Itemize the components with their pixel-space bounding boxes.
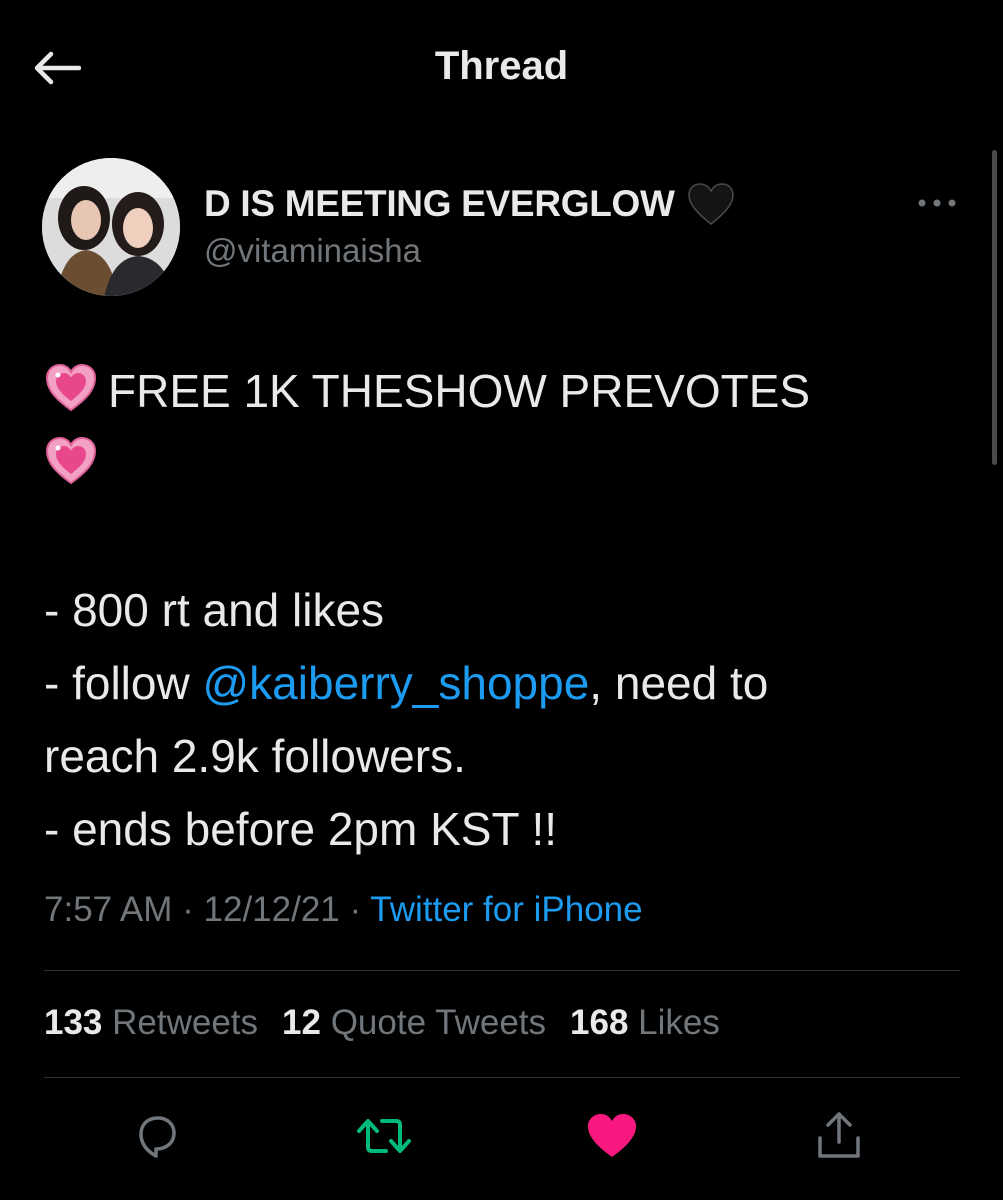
heart-icon xyxy=(588,1114,636,1157)
black-heart-icon xyxy=(687,183,734,225)
tweet-text: FREE 1K THESHOW PREVOTES - 800 rt and li… xyxy=(44,355,944,866)
retweet-button[interactable] xyxy=(356,1108,412,1164)
likes-stat[interactable]: 168 Likes xyxy=(570,1003,720,1043)
reply-button[interactable] xyxy=(129,1108,185,1164)
like-button[interactable] xyxy=(584,1108,640,1164)
retweets-count: 133 xyxy=(44,1003,103,1042)
quote-tweets-stat[interactable]: 12 Quote Tweets xyxy=(282,1003,546,1043)
user-handle: @vitaminaisha xyxy=(204,232,421,269)
tweet-line-req3: - ends before 2pm KST !! xyxy=(44,803,558,855)
req2-prefix: - follow xyxy=(44,657,203,709)
retweets-stat[interactable]: 133 Retweets xyxy=(44,1003,258,1043)
tweet-line-req1: - 800 rt and likes xyxy=(44,584,385,636)
tweet-time[interactable]: 7:57 AM xyxy=(44,890,172,929)
divider xyxy=(44,1077,960,1078)
top-bar: Thread xyxy=(0,0,1003,130)
share-icon xyxy=(818,1112,860,1158)
author-info[interactable]: D IS MEETING EVERGLOW @vitaminaisha xyxy=(204,178,735,270)
share-button[interactable] xyxy=(811,1108,867,1164)
more-options-button[interactable] xyxy=(912,188,962,218)
likes-count: 168 xyxy=(570,1003,629,1042)
sparkling-heart-icon xyxy=(45,436,97,485)
tweet-line-req2-cont: reach 2.9k followers. xyxy=(44,730,466,782)
tweet-actions-bar xyxy=(0,1102,1003,1172)
retweet-icon xyxy=(357,1119,411,1153)
tweet-line-emoji xyxy=(44,428,944,501)
likes-label: Likes xyxy=(628,1003,720,1042)
reply-icon xyxy=(139,1116,176,1158)
tweet-date[interactable]: 12/12/21 xyxy=(204,890,340,929)
req2-suffix: , need to xyxy=(589,657,769,709)
page-title: Thread xyxy=(434,44,569,88)
quote-tweets-count: 12 xyxy=(282,1003,321,1042)
avatar-image xyxy=(42,158,180,296)
author-name-row: D IS MEETING EVERGLOW xyxy=(204,178,735,230)
scrollbar[interactable] xyxy=(992,150,997,465)
tweet-title-text: FREE 1K THESHOW PREVOTES xyxy=(108,365,811,417)
sparkling-heart-icon xyxy=(45,363,97,412)
tweet-line-req2: - follow @kaiberry_shoppe, need to xyxy=(44,647,944,720)
avatar[interactable] xyxy=(42,158,180,296)
divider xyxy=(44,970,960,971)
mention-link[interactable]: @kaiberry_shoppe xyxy=(202,657,589,709)
tweet-stats: 133 Retweets 12 Quote Tweets 168 Likes xyxy=(44,1003,744,1043)
tweet-meta: 7:57 AM · 12/12/21 · Twitter for iPhone xyxy=(44,890,643,930)
retweets-label: Retweets xyxy=(102,1003,259,1042)
tweet-line-title: FREE 1K THESHOW PREVOTES xyxy=(44,355,944,428)
meta-separator: · xyxy=(339,890,371,929)
tweet-source-link[interactable]: Twitter for iPhone xyxy=(370,890,642,929)
display-name: D IS MEETING EVERGLOW xyxy=(204,183,675,224)
more-icon xyxy=(918,199,956,207)
meta-separator: · xyxy=(172,890,204,929)
quote-tweets-label: Quote Tweets xyxy=(320,1003,547,1042)
